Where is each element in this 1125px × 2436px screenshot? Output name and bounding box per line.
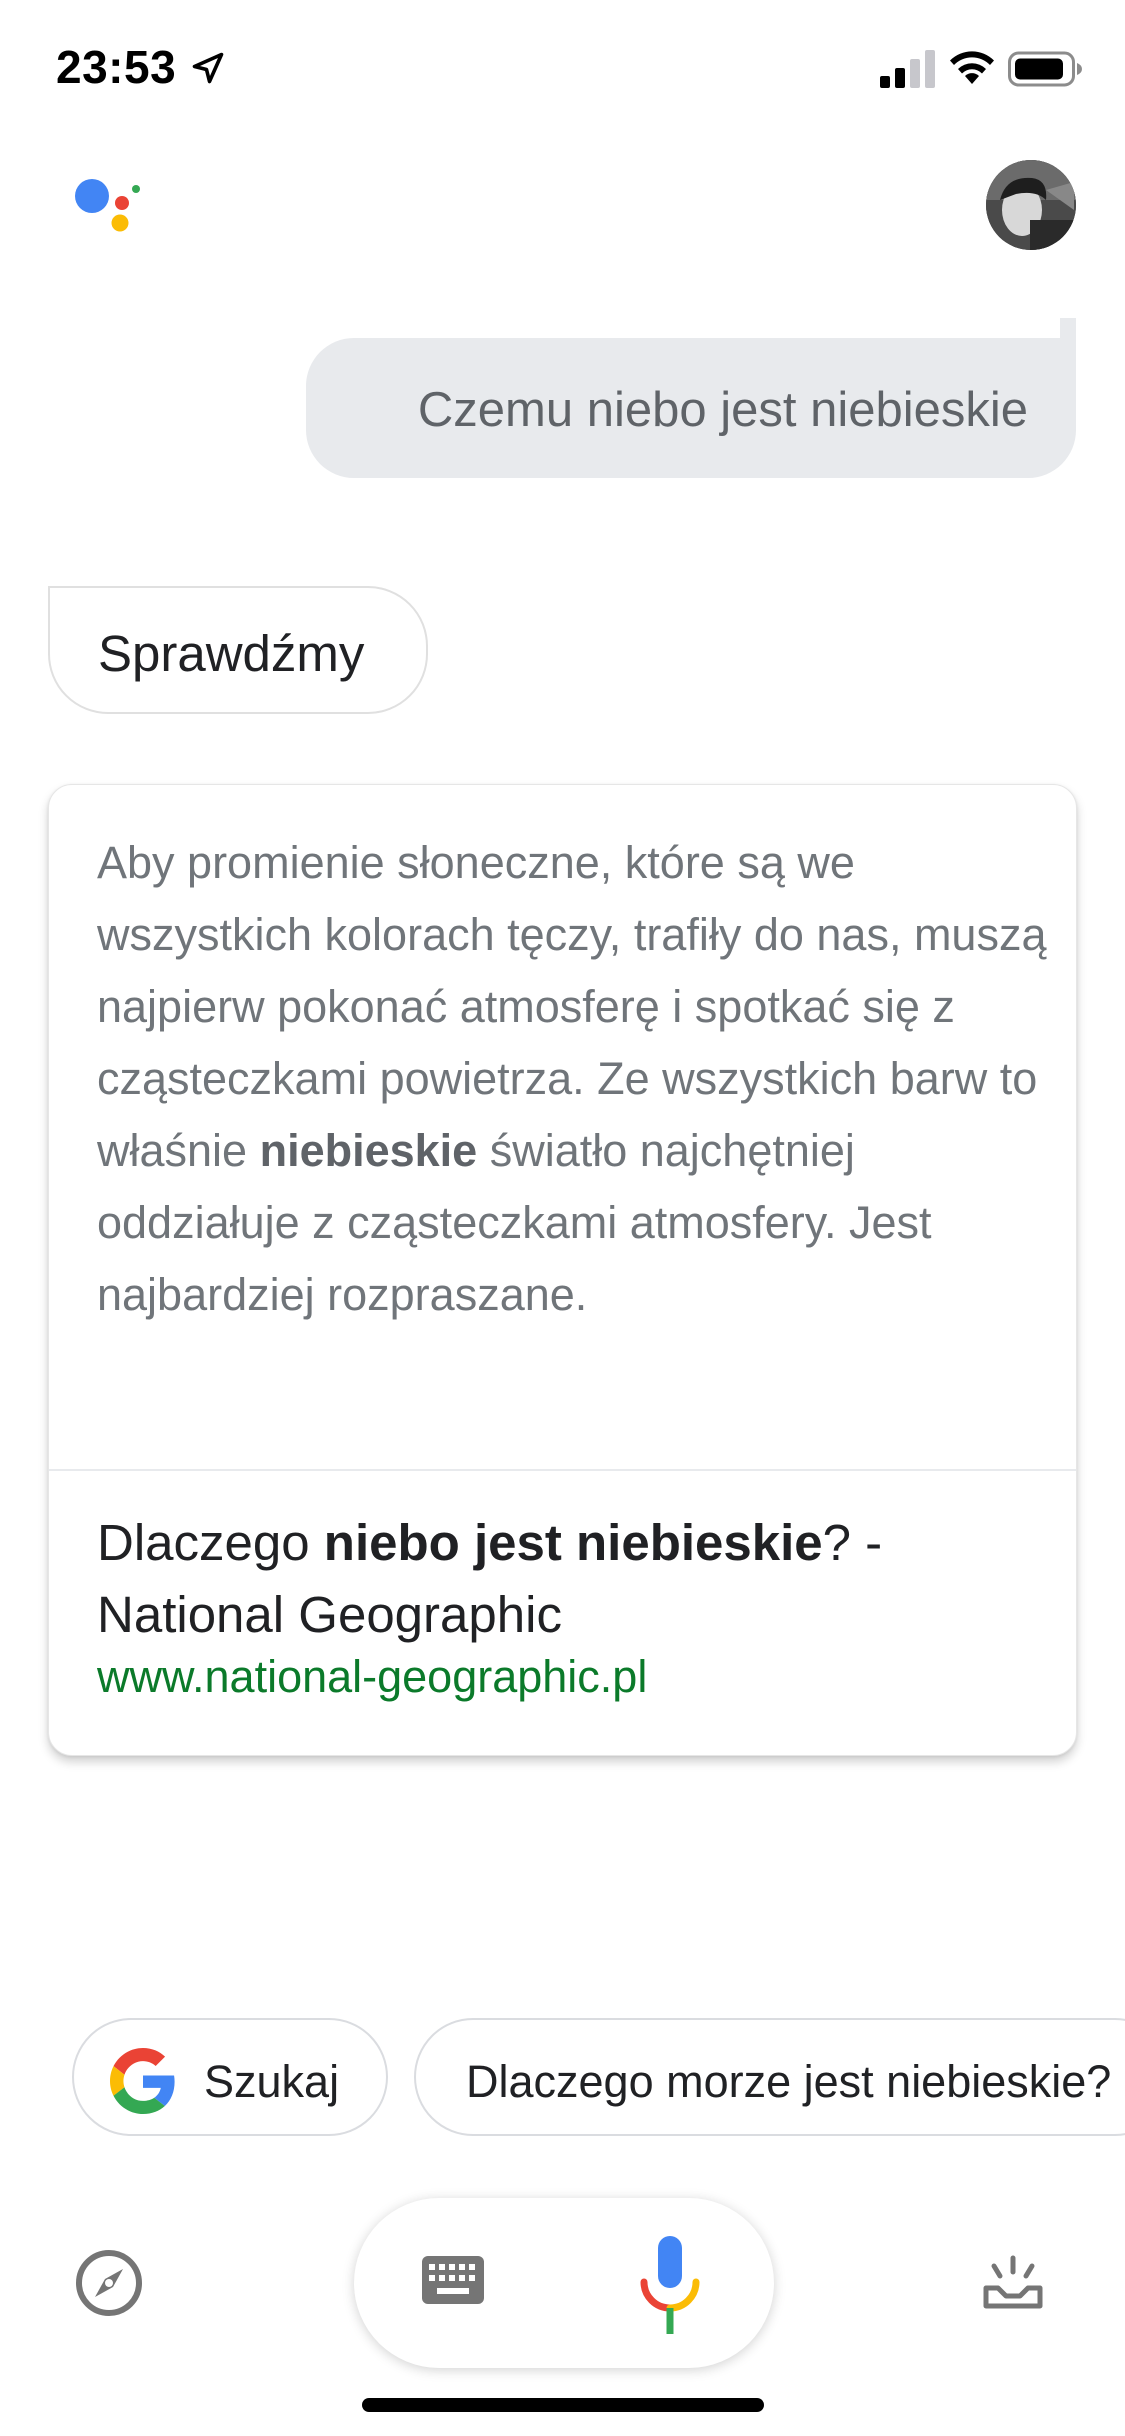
suggestion-chip[interactable]: Dlaczego morze jest niebieskie? bbox=[414, 2018, 1125, 2136]
assistant-reply-bubble: Sprawdźmy bbox=[48, 586, 428, 714]
answer-text-bold: niebieskie bbox=[259, 1125, 478, 1176]
explore-compass-icon[interactable] bbox=[74, 2248, 144, 2318]
home-indicator[interactable] bbox=[362, 2398, 764, 2412]
suggestion-chip-label: Dlaczego morze jest niebieskie? bbox=[466, 2056, 1112, 2107]
wifi-icon bbox=[950, 51, 994, 84]
input-pill bbox=[354, 2198, 774, 2368]
keyboard-icon[interactable] bbox=[422, 2256, 484, 2304]
status-bar: 23:53 bbox=[0, 0, 1125, 140]
location-arrow-icon bbox=[192, 52, 224, 84]
card-divider bbox=[49, 1469, 1076, 1471]
avatar-photo-icon bbox=[986, 160, 1076, 250]
source-title-bold: niebo jest niebieskie bbox=[323, 1514, 823, 1571]
answer-card[interactable]: Aby promienie słoneczne, które są we wsz… bbox=[48, 784, 1077, 1756]
google-g-icon bbox=[110, 2048, 175, 2114]
user-query-bubble[interactable]: Czemu niebo jest niebieskie bbox=[306, 338, 1076, 478]
battery-icon bbox=[1008, 51, 1082, 87]
assistant-reply-text: Sprawdźmy bbox=[98, 625, 365, 682]
source-url-link[interactable]: www.national-geographic.pl bbox=[97, 1651, 647, 1703]
source-title-part: Dlaczego bbox=[97, 1514, 324, 1571]
search-chip[interactable]: Szukaj bbox=[72, 2018, 388, 2136]
google-assistant-logo-icon bbox=[75, 179, 140, 232]
cellular-signal-icon bbox=[880, 50, 935, 88]
user-query-text: Czemu niebo jest niebieskie bbox=[417, 383, 1028, 437]
answer-snippet: Aby promienie słoneczne, które są we wsz… bbox=[97, 827, 1047, 1331]
search-chip-label: Szukaj bbox=[204, 2056, 340, 2107]
source-title-link[interactable]: Dlaczego niebo jest niebieskie? - Nation… bbox=[97, 1507, 1047, 1651]
user-avatar[interactable] bbox=[986, 160, 1076, 250]
updates-tray-icon[interactable] bbox=[982, 2254, 1044, 2310]
status-time: 23:53 bbox=[56, 41, 177, 93]
mic-icon[interactable] bbox=[638, 2236, 702, 2336]
